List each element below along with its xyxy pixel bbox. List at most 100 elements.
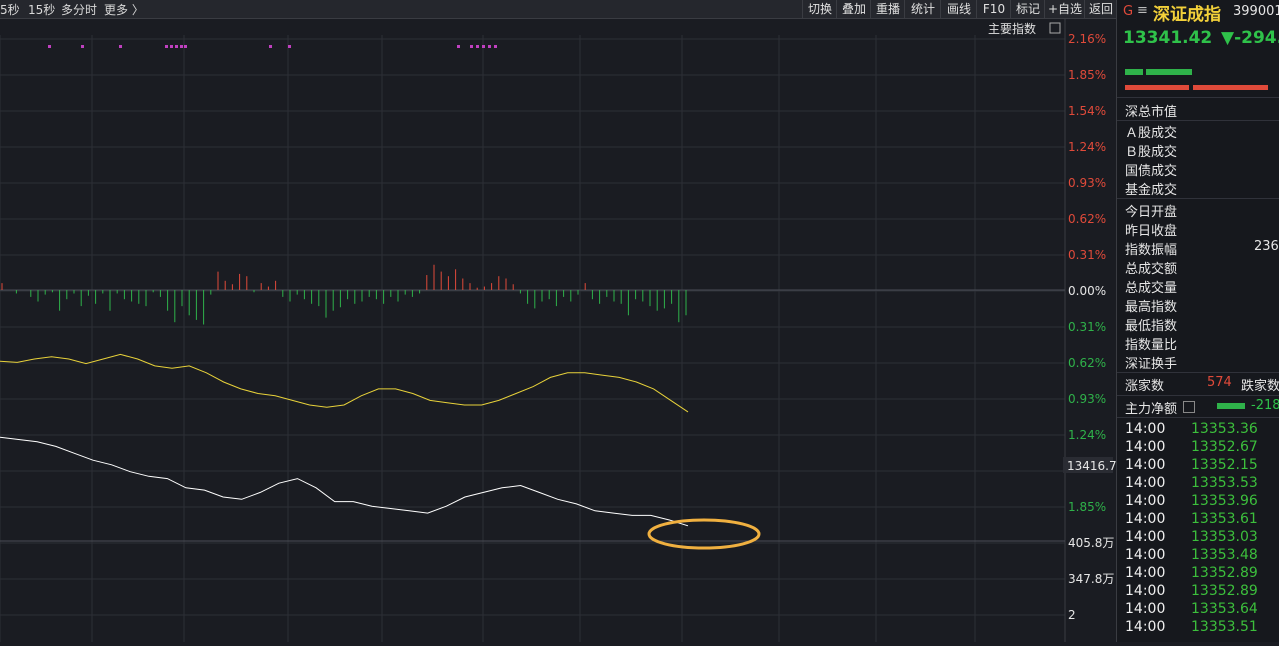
menu-icon[interactable]: ≡ <box>1137 3 1148 18</box>
signal-marker <box>119 45 122 48</box>
f10-button[interactable]: F10 <box>976 0 1011 18</box>
tick-price: 13353.53 <box>1191 475 1258 491</box>
signal-marker <box>457 45 460 48</box>
tick-price: 13353.36 <box>1191 421 1258 437</box>
axis-label: 0.62% <box>1068 212 1106 226</box>
tick-price: 13353.61 <box>1191 511 1258 527</box>
signal-marker <box>165 45 168 48</box>
axis-label: 0.31% <box>1068 320 1106 334</box>
axis-label: 1.24% <box>1068 428 1106 442</box>
stats-button[interactable]: 统计 <box>904 0 941 18</box>
tick-time: 14:00 <box>1125 421 1166 437</box>
index-code: 399001 <box>1233 4 1279 19</box>
signal-marker <box>470 45 473 48</box>
field-a-share-turnover: Ａ股成交 <box>1125 126 1178 141</box>
signal-marker <box>184 45 187 48</box>
tick-price: 13352.89 <box>1191 583 1258 599</box>
period-5s[interactable]: 5秒 <box>0 1 20 18</box>
signal-marker <box>269 45 272 48</box>
signal-marker <box>488 45 491 48</box>
tick-time: 14:00 <box>1125 583 1166 599</box>
tick-time: 14:00 <box>1125 493 1166 509</box>
signal-marker <box>170 45 173 48</box>
tick-time: 14:00 <box>1125 457 1166 473</box>
replay-button[interactable]: 重播 <box>870 0 905 18</box>
back-button[interactable]: 返回 <box>1084 0 1117 18</box>
period-15s[interactable]: 15秒 <box>28 1 55 18</box>
tick-time: 14:00 <box>1125 529 1166 545</box>
strength-bar-green-2 <box>1146 69 1192 75</box>
tick-time: 14:00 <box>1125 619 1166 635</box>
tick-price: 13352.15 <box>1191 457 1258 473</box>
tick-price: 13353.51 <box>1191 619 1258 635</box>
index-name: 深证成指 <box>1153 5 1221 25</box>
tick-price: 13352.67 <box>1191 439 1258 455</box>
tick-price: 13353.96 <box>1191 493 1258 509</box>
quote-sidebar: G ≡ 深证成指 399001 13341.42 ▼-294.6 深总市值 Ａ股… <box>1116 0 1279 642</box>
price-tag: 13416.7 <box>1067 459 1116 473</box>
signal-marker <box>81 45 84 48</box>
field-bond-turnover: 国债成交 <box>1125 164 1178 179</box>
tick-time: 14:00 <box>1125 547 1166 563</box>
strength-bar-green-1 <box>1125 69 1143 75</box>
field-prev-close: 昨日收盘 <box>1125 224 1178 239</box>
axis-label: 2.16% <box>1068 32 1106 46</box>
axis-label: 1.54% <box>1068 104 1106 118</box>
field-total-amount: 总成交额 <box>1125 262 1178 277</box>
main-net-toggle-icon[interactable] <box>1183 401 1195 413</box>
signal-marker <box>175 45 178 48</box>
axis-label: 347.8万 <box>1068 572 1114 586</box>
draw-line-button[interactable]: 画线 <box>940 0 977 18</box>
tick-price: 13353.48 <box>1191 547 1258 563</box>
multi-timeshare[interactable]: 多分时 <box>61 1 97 18</box>
axis-label: 2 <box>1068 608 1076 622</box>
main-net-label: 主力净额 <box>1125 402 1178 417</box>
field-high-index: 最高指数 <box>1125 300 1178 315</box>
axis-label: 0.93% <box>1068 176 1106 190</box>
main-index-label[interactable]: 主要指数 <box>988 21 1036 36</box>
axis-label: 0.62% <box>1068 356 1106 370</box>
axis-label: 405.8万 <box>1068 536 1114 550</box>
field-low-index: 最低指数 <box>1125 319 1178 334</box>
main-net-bar <box>1217 403 1245 409</box>
field-fund-turnover: 基金成交 <box>1125 183 1178 198</box>
strength-bar-red-1 <box>1125 85 1189 90</box>
mark-button[interactable]: 标记 <box>1010 0 1045 18</box>
g-badge: G <box>1123 4 1134 19</box>
index-price: 13341.42 <box>1123 28 1213 48</box>
axis-label: 0.00% <box>1068 284 1106 298</box>
tick-time: 14:00 <box>1125 565 1166 581</box>
signal-marker <box>476 45 479 48</box>
field-turnover-rate: 深证换手 <box>1125 357 1178 372</box>
signal-marker <box>482 45 485 48</box>
tick-price: 13353.03 <box>1191 529 1258 545</box>
intraday-chart[interactable]: 2.16% 1.85% 1.54% 1.24% 0.93% 0.62% 0.31% 0.00%… <box>0 19 1117 642</box>
signal-marker <box>494 45 497 48</box>
axis-label: 1.85% <box>1068 500 1106 514</box>
top-toolbar: 5秒 15秒 多分时 更多 〉 切换 叠加 重播 统计 画线 F10 标记 +自… <box>0 0 1116 19</box>
axis-label: 0.93% <box>1068 392 1106 406</box>
tick-time: 14:00 <box>1125 601 1166 617</box>
signal-marker <box>288 45 291 48</box>
field-today-open: 今日开盘 <box>1125 205 1178 220</box>
tick-time: 14:00 <box>1125 475 1166 491</box>
main-net-value: -218 <box>1251 398 1279 413</box>
chart-svg[interactable]: 2.16% 1.85% 1.54% 1.24% 0.93% 0.62% 0.31% 0.00%… <box>0 19 1117 642</box>
signal-marker <box>48 45 51 48</box>
rise-count-value: 574 <box>1207 375 1232 390</box>
axis-label: 0.31% <box>1068 248 1106 262</box>
index-change: ▼-294.6 <box>1221 28 1279 48</box>
tick-time: 14:00 <box>1125 511 1166 527</box>
tick-time: 14:00 <box>1125 439 1166 455</box>
overlay-button[interactable]: 叠加 <box>836 0 871 18</box>
field-amplitude: 指数振幅 <box>1125 243 1178 258</box>
strength-bar-red-2 <box>1193 85 1268 90</box>
tick-price: 13353.64 <box>1191 601 1258 617</box>
field-volume-ratio: 指数量比 <box>1125 338 1178 353</box>
amplitude-value: 236 <box>1254 239 1279 254</box>
more-menu[interactable]: 更多 〉 <box>104 1 144 18</box>
field-total-volume: 总成交量 <box>1125 281 1178 296</box>
switch-button[interactable]: 切换 <box>802 0 837 18</box>
fall-count-label: 跌家数 <box>1241 379 1279 394</box>
add-watchlist-button[interactable]: +自选 <box>1044 0 1085 18</box>
